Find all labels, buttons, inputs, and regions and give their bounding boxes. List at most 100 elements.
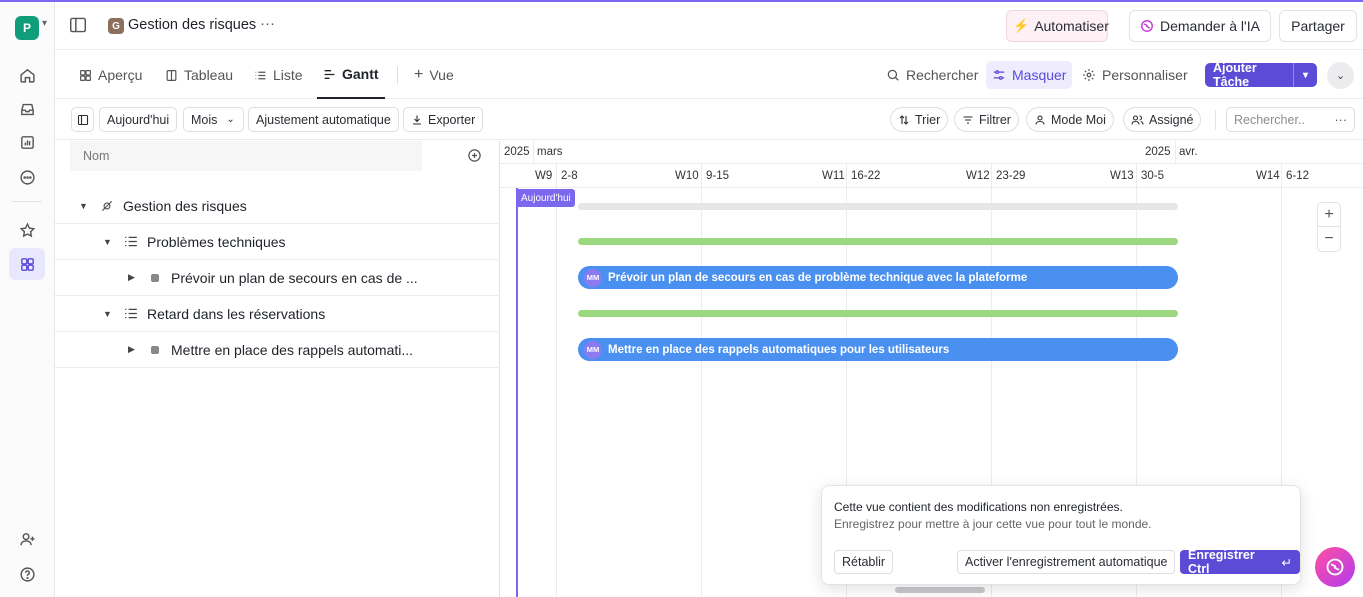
panel-toggle-icon[interactable]	[71, 107, 94, 132]
caret-right-icon[interactable]: ▶	[128, 272, 135, 283]
automate-button[interactable]: ⚡ Automatiser	[1006, 10, 1109, 42]
hide-button[interactable]: Masquer	[986, 61, 1073, 89]
tree-row-label: Mettre en place des rappels automati...	[171, 341, 414, 358]
sidebar-toggle-icon[interactable]	[69, 17, 87, 33]
me-mode-button[interactable]: Mode Moi	[1026, 107, 1114, 132]
time-scale-select[interactable]: Mois ⌄	[183, 107, 244, 132]
gantt-bar-task[interactable]: MM Mettre en place des rappels automatiq…	[578, 338, 1178, 361]
tab-list[interactable]: Liste	[254, 51, 303, 99]
page-header: G Gestion des risques ··· ⚡ Automatiser …	[55, 2, 1363, 50]
task-tree-panel: Nom ▼ Gestion des risques ▼ Problèmes te…	[55, 141, 500, 597]
filter-button[interactable]: Filtrer	[954, 107, 1019, 132]
lightning-icon: ⚡	[1013, 18, 1030, 33]
tree-row-label: Prévoir un plan de secours en cas de ...	[171, 269, 418, 286]
gantt-bar-list[interactable]	[578, 238, 1178, 245]
zoom-out-button[interactable]: −	[1318, 227, 1340, 251]
tab-divider	[397, 66, 398, 84]
today-button[interactable]: Aujourd'hui	[99, 107, 178, 132]
view-tabs: Aperçu Tableau Liste Gantt + Vue Recherc…	[55, 51, 1363, 99]
workspace-avatar[interactable]: P	[15, 16, 39, 40]
today-label: Aujourd'hui	[517, 189, 575, 207]
caret-down-icon[interactable]: ▼	[103, 309, 112, 319]
add-view-button[interactable]: + Vue	[414, 51, 454, 99]
task-status-icon[interactable]	[151, 345, 159, 354]
timeline-month-header: 2025 mars 2025 avr.	[500, 141, 1363, 164]
autofit-button[interactable]: Ajustement automatique	[248, 107, 399, 132]
sort-icon	[899, 114, 909, 125]
tree-row-space[interactable]: ▼ Gestion des risques	[55, 188, 500, 224]
add-column-icon[interactable]	[467, 148, 482, 163]
customize-button[interactable]: Personnaliser	[1082, 51, 1188, 99]
tree-row-label: Gestion des risques	[123, 197, 247, 214]
chevron-down-icon[interactable]: ▾	[1294, 70, 1317, 81]
search-field[interactable]: Rechercher.. ···	[1226, 107, 1355, 132]
tab-gantt[interactable]: Gantt	[317, 51, 385, 99]
gear-icon	[1083, 69, 1095, 81]
avatar[interactable]: MM	[584, 268, 602, 287]
gantt-bar-task[interactable]: MM Prévoir un plan de secours en cas de …	[578, 266, 1178, 289]
more-icon[interactable]	[9, 161, 45, 193]
timeline-week-header: W9 2-8 W10 9-15 W11 16-22 W12 23-29 W13 …	[500, 164, 1363, 188]
caret-down-icon[interactable]: ▼	[79, 201, 88, 211]
week-gridline	[556, 164, 557, 597]
spaces-icon[interactable]	[9, 248, 45, 280]
gantt-bar-list[interactable]	[578, 310, 1178, 317]
tree-row-task[interactable]: ▶ Prévoir un plan de secours en cas de .…	[55, 260, 500, 296]
ai-assistant-button[interactable]	[1315, 547, 1355, 587]
autosave-button[interactable]: Activer l'enregistrement automatique	[957, 550, 1176, 574]
chevron-down-icon[interactable]: ▾	[42, 18, 47, 29]
avatar[interactable]: MM	[584, 340, 602, 359]
save-button[interactable]: Enregistrer Ctrl ↵	[1180, 548, 1300, 576]
gantt-bar-space[interactable]	[578, 203, 1178, 210]
more-options-icon[interactable]: ···	[260, 15, 275, 32]
search-button[interactable]: Rechercher	[886, 51, 978, 99]
sort-button[interactable]: Trier	[890, 107, 949, 132]
invite-user-icon[interactable]	[9, 523, 45, 555]
left-rail: P ▾	[0, 2, 55, 597]
inbox-icon[interactable]	[9, 93, 45, 125]
caret-down-icon[interactable]: ▼	[103, 237, 112, 247]
home-icon[interactable]	[9, 59, 45, 91]
tree-row-label: Retard dans les réservations	[147, 305, 326, 322]
plus-icon: +	[414, 66, 424, 83]
toast-title: Cette vue contient des modifications non…	[834, 500, 1123, 514]
ai-brain-icon	[1326, 558, 1344, 576]
filter-icon	[963, 115, 973, 124]
reset-button[interactable]: Rétablir	[834, 550, 894, 574]
assigned-button[interactable]: Assigné	[1123, 107, 1202, 132]
search-icon	[887, 69, 899, 81]
export-button[interactable]: Exporter	[403, 107, 484, 132]
help-icon[interactable]	[9, 558, 45, 590]
add-task-button[interactable]: Ajouter Tâche ▾	[1205, 61, 1317, 89]
grid-icon	[80, 69, 91, 81]
download-icon	[413, 115, 421, 125]
list-icon	[124, 307, 138, 320]
tree-row-label: Problèmes techniques	[147, 233, 286, 250]
board-icon	[166, 69, 177, 81]
list-icon	[255, 71, 266, 79]
ask-ai-button[interactable]: Demander à l'IA	[1129, 10, 1271, 42]
more-options-icon[interactable]: ···	[1335, 113, 1348, 127]
task-status-icon[interactable]	[151, 273, 159, 282]
user-icon	[1035, 114, 1045, 125]
tab-board[interactable]: Tableau	[165, 51, 233, 99]
rail-divider	[12, 201, 42, 202]
tree-row-task[interactable]: ▶ Mettre en place des rappels automati..…	[55, 332, 500, 368]
tab-overview[interactable]: Aperçu	[79, 51, 142, 99]
page-title[interactable]: Gestion des risques	[128, 17, 256, 33]
zoom-controls: + −	[1317, 202, 1341, 252]
collapse-chevron-icon[interactable]: ⌄	[1327, 62, 1354, 89]
star-icon[interactable]	[9, 214, 45, 246]
horizontal-scrollbar[interactable]	[895, 587, 985, 593]
users-icon	[1131, 114, 1144, 125]
gantt-toolbar: Aujourd'hui Mois ⌄ Ajustement automatiqu…	[55, 100, 1363, 140]
zoom-in-button[interactable]: +	[1318, 203, 1340, 227]
sliders-icon	[993, 70, 1005, 80]
caret-right-icon[interactable]: ▶	[128, 344, 135, 355]
share-button[interactable]: Partager	[1279, 10, 1357, 42]
list-icon	[124, 235, 138, 248]
name-column-header[interactable]: Nom	[70, 141, 422, 171]
tree-row-list[interactable]: ▼ Retard dans les réservations	[55, 296, 500, 332]
tree-row-list[interactable]: ▼ Problèmes techniques	[55, 224, 500, 260]
dashboard-icon[interactable]	[9, 126, 45, 158]
